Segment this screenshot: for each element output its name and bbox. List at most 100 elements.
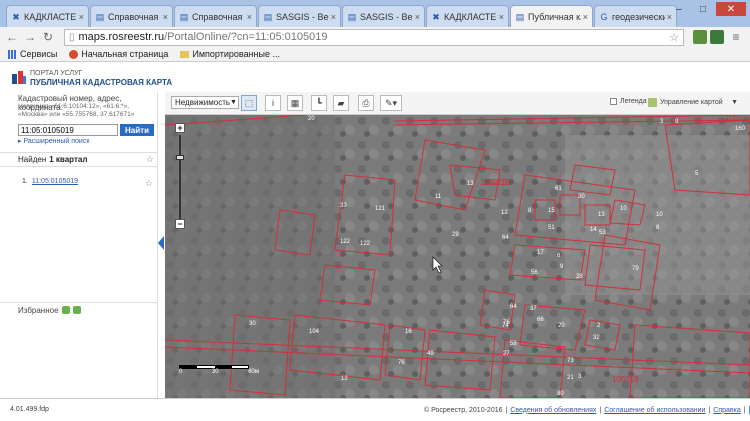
parcel-label[interactable]: 30: [578, 194, 585, 200]
address-bar[interactable]: ▯ maps.rosreestr.ru/PortalOnline/?cn=11:…: [64, 28, 684, 46]
parcel-label[interactable]: 28: [576, 274, 583, 280]
browser-tab[interactable]: ▤SASGIS - Веб-×: [342, 5, 425, 27]
parcel-label[interactable]: 11: [435, 194, 442, 200]
back-icon[interactable]: ←: [4, 29, 20, 45]
parcel-label[interactable]: 58: [510, 341, 517, 347]
parcel-label[interactable]: 53: [599, 230, 606, 236]
parcel-label[interactable]: 10: [620, 206, 627, 212]
close-tab-icon[interactable]: ×: [331, 12, 336, 22]
close-tab-icon[interactable]: ×: [583, 12, 588, 22]
find-button[interactable]: Найти: [120, 124, 154, 136]
select-tool-icon[interactable]: ⬚: [241, 95, 257, 111]
forward-icon[interactable]: →: [22, 29, 38, 45]
cadastral-map[interactable]: 20 33 121 122 122 105019 13 11 61 30 10 8 12 15 13 51 14…: [165, 115, 750, 398]
bookmark-star-icon[interactable]: ☆: [669, 31, 679, 44]
favorites-add-icon[interactable]: [61, 306, 70, 314]
folder-tool-icon[interactable]: ▰: [333, 95, 349, 111]
parcel-label[interactable]: 32: [593, 335, 600, 341]
reload-icon[interactable]: ↻: [40, 29, 56, 45]
favorites-list-icon[interactable]: [72, 306, 81, 314]
layer-select[interactable]: Недвижимость ▼: [171, 96, 239, 109]
zoom-slider[interactable]: [179, 135, 181, 219]
star-icon[interactable]: ☆: [146, 154, 154, 165]
minimize-icon[interactable]: –: [668, 2, 690, 16]
advanced-search-link[interactable]: ▸ Расширенный поиск: [18, 137, 89, 145]
bookmark-folder[interactable]: Импортированные ...: [180, 49, 280, 59]
parcel-label[interactable]: 80: [557, 391, 564, 397]
parcel-label[interactable]: 64: [510, 304, 517, 310]
zoom-slider-handle[interactable]: [176, 155, 184, 160]
result-link[interactable]: 11:05:0105019: [32, 178, 78, 185]
close-tab-icon[interactable]: ×: [499, 12, 504, 22]
close-tab-icon[interactable]: ×: [79, 12, 84, 22]
star-icon[interactable]: ☆: [145, 178, 153, 189]
parcel-label[interactable]: 21: [567, 375, 574, 381]
list-item[interactable]: 1. 11:05:0105019: [22, 178, 78, 185]
parcel-label[interactable]: 76: [398, 360, 405, 366]
parcel-label[interactable]: 56: [531, 270, 538, 276]
parcel-label[interactable]: 105019: [725, 115, 750, 122]
parcel-label[interactable]: 12: [341, 376, 348, 382]
close-tab-icon[interactable]: ×: [247, 12, 252, 22]
legend-checkbox[interactable]: [610, 98, 617, 105]
rosreestr-logo-icon[interactable]: [10, 68, 28, 86]
identify-tool-icon[interactable]: i: [265, 95, 281, 111]
browser-tab[interactable]: ▤SASGIS - Веб-×: [258, 5, 341, 27]
parcel-label[interactable]: 49: [427, 351, 434, 357]
parcel-label[interactable]: 79: [632, 266, 639, 272]
parcel-label[interactable]: 27: [503, 351, 510, 357]
updates-link[interactable]: Сведения об обновлениях: [510, 407, 596, 414]
browser-tab[interactable]: ▤ Справочная и ×: [90, 5, 173, 27]
parcel-label[interactable]: 33: [340, 203, 347, 209]
browser-tab-active[interactable]: ▤Публичная кад×: [510, 5, 593, 27]
legend-toggle[interactable]: Легенда: [610, 98, 647, 105]
map-control-dropdown[interactable]: Управление картой ▼: [648, 96, 738, 109]
maximize-icon[interactable]: □: [692, 2, 714, 16]
close-tab-icon[interactable]: ×: [415, 12, 420, 22]
close-window-icon[interactable]: ✕: [716, 2, 746, 16]
parcel-label[interactable]: 12: [501, 210, 508, 216]
parcel-label[interactable]: 15: [548, 208, 555, 214]
close-tab-icon[interactable]: ×: [163, 12, 168, 22]
print-tool-icon[interactable]: ⎙: [358, 95, 374, 111]
parcel-label[interactable]: 29: [452, 232, 459, 238]
parcel-label[interactable]: 17: [537, 250, 544, 256]
browser-tab[interactable]: ▤ Справочная и ×: [174, 5, 257, 27]
parcel-label[interactable]: 13: [467, 181, 474, 187]
parcel-label[interactable]: 14: [590, 227, 597, 233]
terms-link[interactable]: Соглашение об использовании: [604, 407, 705, 414]
collapse-sidebar-icon[interactable]: [158, 236, 164, 250]
browser-tab[interactable]: ✖ КАДКЛАСТЕР ×: [426, 5, 509, 27]
parcel-label[interactable]: 66: [537, 317, 544, 323]
parcel-label[interactable]: 30: [249, 321, 256, 327]
zoom-out-icon[interactable]: −: [175, 219, 185, 229]
parcel-label[interactable]: 20: [308, 116, 315, 122]
parcel-label[interactable]: 37: [530, 306, 537, 312]
zoom-in-icon[interactable]: +: [175, 123, 185, 133]
help-link[interactable]: Справка: [713, 407, 740, 414]
parcel-label[interactable]: 122: [360, 241, 371, 247]
search-input[interactable]: [18, 124, 118, 136]
browser-tab[interactable]: Gгеодезически ×: [594, 5, 677, 27]
parcel-label[interactable]: 51: [548, 225, 555, 231]
parcel-label[interactable]: 121: [375, 206, 386, 212]
browser-tab[interactable]: ✖ КАДКЛАСТЕР ×: [6, 5, 89, 27]
bookmark-services[interactable]: Сервисы: [8, 49, 57, 59]
extension-icon[interactable]: [693, 30, 707, 44]
favorites-row[interactable]: Избранное: [0, 302, 158, 317]
parcel-label[interactable]: 73: [567, 358, 574, 364]
layers-tool-icon[interactable]: ▦: [287, 95, 303, 111]
parcel-label[interactable]: 16: [405, 329, 412, 335]
parcel-label[interactable]: 160: [735, 126, 746, 132]
parcel-label[interactable]: 64: [502, 235, 509, 241]
parcel-label[interactable]: 76: [503, 320, 510, 326]
parcel-label[interactable]: 105019: [480, 178, 507, 187]
parcel-label[interactable]: 122: [340, 239, 351, 245]
parcel-label[interactable]: 105019: [612, 375, 639, 384]
measure-tool-icon[interactable]: ┗: [311, 95, 327, 111]
parcel-label[interactable]: 10: [656, 212, 663, 218]
parcel-label[interactable]: 104: [309, 329, 320, 335]
extension-icon[interactable]: [710, 30, 724, 44]
draw-tool-icon[interactable]: ✎▾: [380, 95, 402, 111]
parcel-label[interactable]: 61: [555, 186, 562, 192]
